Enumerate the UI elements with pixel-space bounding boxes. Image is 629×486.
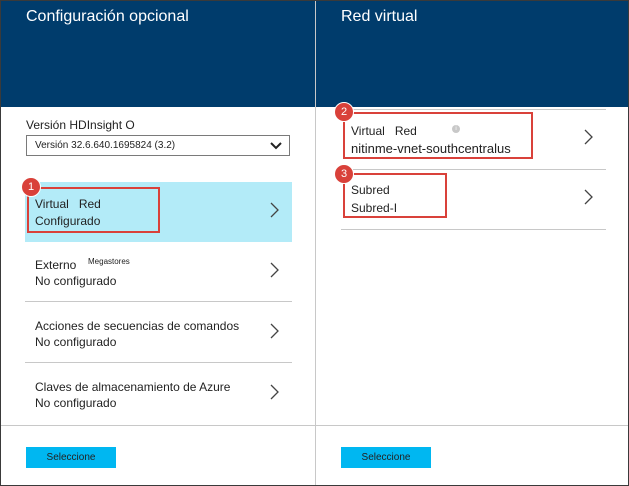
version-label: Versión HDInsight O	[26, 118, 135, 132]
blade-title: Configuración opcional	[26, 8, 189, 25]
item-tag: Megastores	[88, 257, 130, 266]
chevron-right-icon	[270, 384, 279, 400]
virtual-network-blade: Red virtual	[316, 1, 628, 485]
item-title: Claves de almacenamiento de Azure	[35, 380, 231, 394]
blade-header: Red virtual	[316, 1, 628, 107]
chevron-right-icon	[584, 189, 593, 205]
chevron-right-icon	[584, 129, 593, 145]
select-button[interactable]: Seleccione	[26, 447, 116, 468]
callout-badge-1: 1	[21, 177, 41, 197]
item-status: No configurado	[35, 274, 117, 288]
callout-box-2	[343, 112, 533, 159]
item-status: No configurado	[35, 396, 117, 410]
chevron-right-icon	[270, 262, 279, 278]
callout-box-3	[343, 173, 447, 218]
window-frame: Configuración opcional Versión HDInsight…	[0, 0, 629, 486]
footer-divider	[316, 425, 628, 426]
optional-config-blade: Configuración opcional Versión HDInsight…	[1, 1, 315, 485]
blade-header: Configuración opcional	[1, 1, 315, 107]
version-select-value: Versión 32.6.640.1695824 (3.2)	[35, 140, 176, 151]
item-title: Acciones de secuencias de comandos	[35, 319, 240, 333]
item-status: No configurado	[35, 335, 117, 349]
external-metastores-item[interactable]: Externo Megastores No configurado	[25, 242, 292, 302]
callout-badge-2: 2	[334, 102, 354, 122]
azure-storage-keys-item[interactable]: Claves de almacenamiento de Azure No con…	[25, 364, 292, 424]
callout-box-1	[27, 187, 160, 233]
script-actions-item[interactable]: Acciones de secuencias de comandos No co…	[25, 303, 292, 363]
blade-title: Red virtual	[341, 8, 418, 25]
chevron-right-icon	[270, 323, 279, 339]
chevron-right-icon	[270, 202, 279, 218]
footer-divider	[1, 425, 315, 426]
item-title: Externo	[35, 258, 77, 272]
callout-badge-3: 3	[334, 164, 354, 184]
select-button[interactable]: Seleccione	[341, 447, 431, 468]
version-select[interactable]: Versión 32.6.640.1695824 (3.2)	[26, 135, 290, 156]
chevron-down-icon	[270, 142, 282, 150]
